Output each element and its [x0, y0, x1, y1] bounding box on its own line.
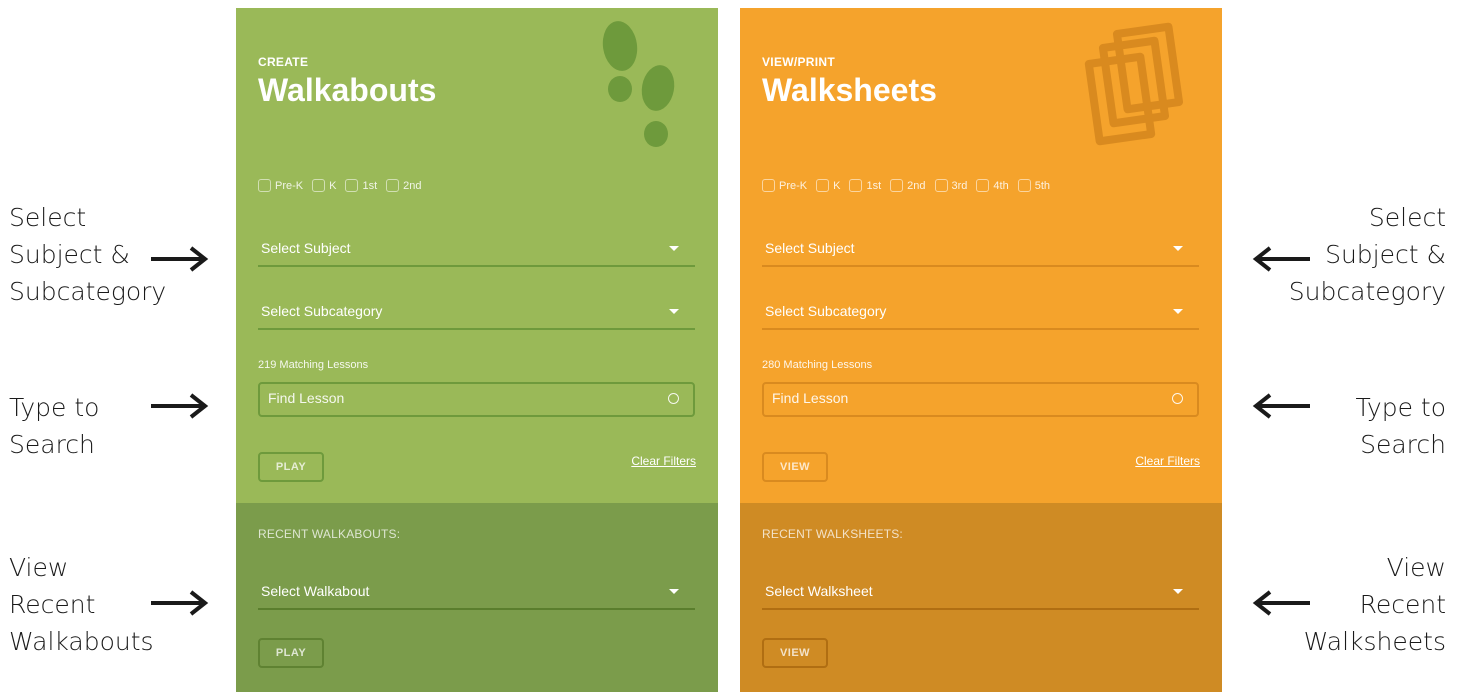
grade-checkbox-4th[interactable]: 4th [976, 179, 1009, 192]
caret-down-icon [669, 309, 679, 314]
checkbox-icon[interactable] [258, 179, 271, 192]
walksheets-grade-filters: Pre-K K 1st 2nd 3rd 4th 5th [762, 179, 1059, 192]
checkbox-icon[interactable] [345, 179, 359, 192]
grade-checkbox-1st[interactable]: 1st [849, 179, 881, 192]
caret-down-icon [1173, 589, 1183, 594]
caret-down-icon [669, 246, 679, 251]
grade-checkbox-pre-k[interactable]: Pre-K [762, 179, 807, 192]
checkbox-icon[interactable] [934, 179, 948, 192]
select-walkabout-dropdown[interactable]: Select Walkabout [258, 578, 695, 610]
grade-checkbox-5th[interactable]: 5th [1017, 179, 1050, 192]
caret-down-icon [1173, 309, 1183, 314]
annotation-select-subject-left: Select Subject & Subcategory [9, 203, 167, 306]
grade-checkbox-k[interactable]: K [312, 179, 336, 192]
find-lesson-search-input[interactable]: Find Lesson [258, 382, 695, 417]
checkbox-icon[interactable] [762, 179, 775, 192]
annotation-view-recent-left: View Recent Walkabouts [9, 553, 154, 656]
walksheets-title: Walksheets [762, 72, 937, 108]
walkabouts-panel: CREATE Walkabouts Pre-K K 1st 2nd Select… [236, 8, 718, 692]
checkbox-icon[interactable] [976, 179, 990, 192]
walksheets-eyebrow: VIEW/PRINT [762, 55, 836, 69]
grade-checkbox-2nd[interactable]: 2nd [386, 179, 422, 192]
arrow-left-icon [1252, 246, 1310, 272]
caret-down-icon [669, 589, 679, 594]
recent-play-button[interactable]: PLAY [258, 638, 324, 668]
recent-walkabouts-label: RECENT WALKABOUTS: [258, 527, 401, 541]
annotation-view-recent-right: View Recent Walksheets [1303, 553, 1446, 656]
walkabouts-eyebrow: CREATE [258, 55, 309, 69]
annotation-type-to-search-right: Type to Search [1355, 393, 1446, 459]
grade-checkbox-k[interactable]: K [816, 179, 840, 192]
select-subject-dropdown[interactable]: Select Subject [258, 235, 695, 267]
grade-checkbox-3rd[interactable]: 3rd [934, 179, 967, 192]
select-walksheet-dropdown[interactable]: Select Walksheet [762, 578, 1199, 610]
recent-walksheets-section: RECENT WALKSHEETS: Select Walksheet VIEW [740, 503, 1222, 692]
caret-down-icon [1173, 246, 1183, 251]
footprints-icon [602, 21, 675, 147]
grade-checkbox-pre-k[interactable]: Pre-K [258, 179, 303, 192]
arrow-left-icon [1252, 590, 1310, 616]
arrow-right-icon [151, 590, 209, 616]
find-lesson-search-input[interactable]: Find Lesson [762, 382, 1199, 417]
arrow-right-icon [151, 246, 209, 272]
walkabouts-grade-filters: Pre-K K 1st 2nd [258, 179, 431, 192]
clear-filters-link[interactable]: Clear Filters [631, 454, 696, 468]
checkbox-icon[interactable] [890, 179, 904, 192]
select-subcategory-dropdown[interactable]: Select Subcategory [258, 298, 695, 330]
checkbox-icon[interactable] [849, 179, 863, 192]
search-icon [668, 393, 679, 404]
select-subject-dropdown[interactable]: Select Subject [762, 235, 1199, 267]
checkbox-icon[interactable] [312, 179, 326, 192]
checkbox-icon[interactable] [1017, 179, 1031, 192]
play-button[interactable]: PLAY [258, 452, 324, 482]
recent-view-button[interactable]: VIEW [762, 638, 828, 668]
select-subcategory-dropdown[interactable]: Select Subcategory [762, 298, 1199, 330]
grade-checkbox-2nd[interactable]: 2nd [890, 179, 926, 192]
arrow-left-icon [1252, 393, 1310, 419]
sheets-icon [1084, 22, 1184, 146]
recent-walksheets-label: RECENT WALKSHEETS: [762, 527, 903, 541]
matching-lessons-count: 280 Matching Lessons [762, 359, 873, 371]
checkbox-icon[interactable] [816, 179, 830, 192]
view-button[interactable]: VIEW [762, 452, 828, 482]
matching-lessons-count: 219 Matching Lessons [258, 359, 369, 371]
checkbox-icon[interactable] [386, 179, 400, 192]
arrow-right-icon [151, 393, 209, 419]
annotation-type-to-search-left: Type to Search [9, 393, 100, 459]
search-icon [1172, 393, 1183, 404]
annotation-select-subject-right: Select Subject & Subcategory [1288, 203, 1446, 306]
grade-checkbox-1st[interactable]: 1st [345, 179, 377, 192]
walksheets-panel: VIEW/PRINT Walksheets Pre-K K 1st 2nd 3r… [740, 8, 1222, 692]
walkabouts-title: Walkabouts [258, 72, 437, 108]
recent-walkabouts-section: RECENT WALKABOUTS: Select Walkabout PLAY [236, 503, 718, 692]
clear-filters-link[interactable]: Clear Filters [1135, 454, 1200, 468]
